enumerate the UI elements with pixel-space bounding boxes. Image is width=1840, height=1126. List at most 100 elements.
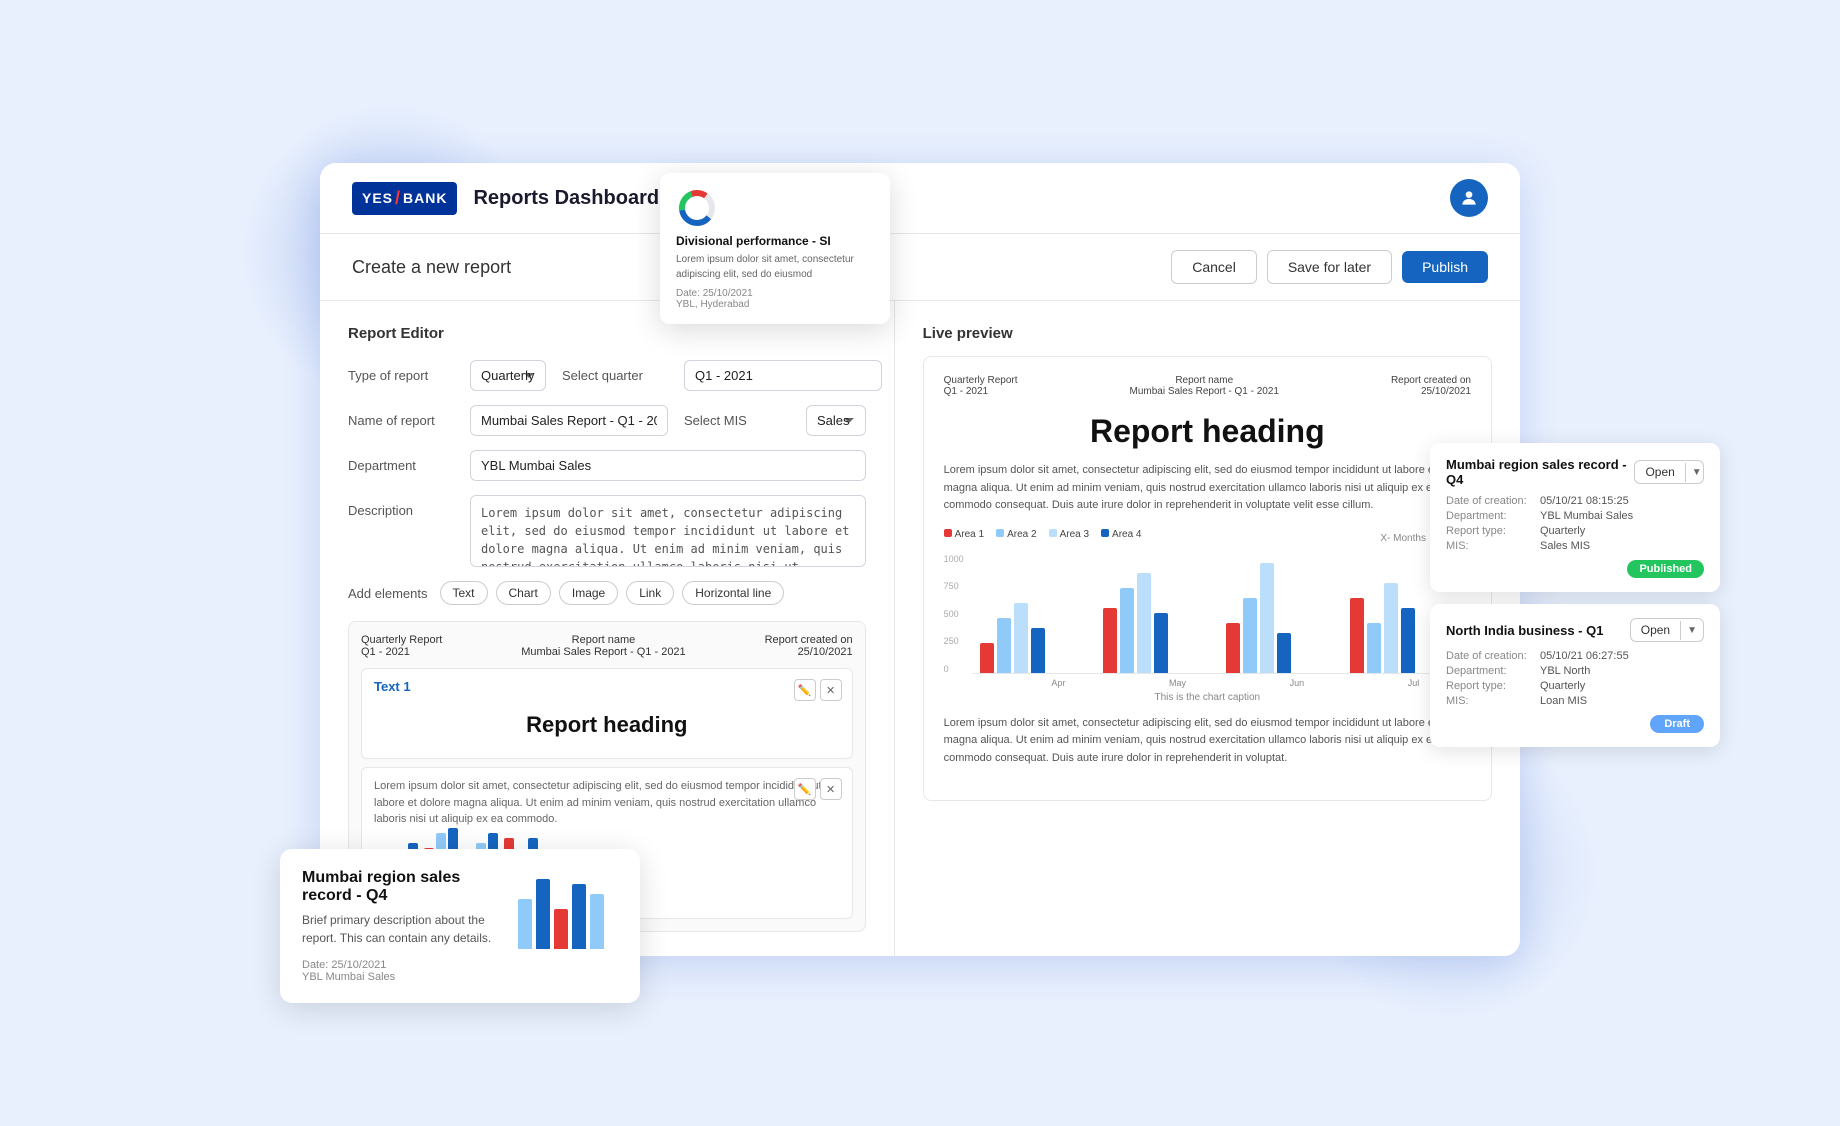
legend-area4: Area 4 (1101, 529, 1141, 540)
element-horizontal-line-button[interactable]: Horizontal line (682, 581, 784, 605)
department-row: Department (348, 450, 866, 481)
open-btn-arrow-mumbai[interactable]: ▼ (1685, 463, 1704, 482)
avatar[interactable] (1450, 179, 1488, 217)
department-row-card1: Department: YBL Mumbai Sales (1446, 510, 1704, 522)
tooltip-title: Divisional performance - SI (676, 234, 874, 248)
bottom-left-card: Mumbai region sales record - Q4 Brief pr… (280, 849, 640, 1003)
status-row-card2: Draft (1446, 715, 1704, 733)
delete-text-block-button[interactable]: ✕ (820, 679, 842, 701)
mini-bar-chart (518, 869, 618, 949)
side-card-header-mumbai: Mumbai region sales record - Q4 Open ▼ (1446, 457, 1704, 487)
select-mis-select[interactable]: Sales (806, 405, 866, 436)
logo: YES / BANK (352, 182, 457, 215)
preview-report-name-cell: Report name Mumbai Sales Report - Q1 - 2… (521, 634, 685, 658)
create-bar: Create a new report Cancel Save for late… (320, 234, 1520, 301)
description-input[interactable]: Lorem ipsum dolor sit amet, consectetur … (470, 495, 866, 567)
description-label: Description (348, 495, 458, 518)
chart-block-actions: ✏️ ✕ (794, 778, 842, 800)
bottom-card-chart (518, 869, 618, 983)
report-type-row-card1: Report type: Quarterly (1446, 525, 1704, 537)
cancel-button[interactable]: Cancel (1171, 250, 1257, 284)
bottom-card-title: Mumbai region sales record - Q4 (302, 869, 502, 905)
description-row: Description Lorem ipsum dolor sit amet, … (348, 495, 866, 567)
open-btn-mumbai[interactable]: Open ▼ (1634, 460, 1704, 484)
add-elements-row: Add elements Text Chart Image Link Horiz… (348, 581, 866, 605)
big-chart-bars (972, 554, 1471, 674)
save-for-later-button[interactable]: Save for later (1267, 250, 1392, 284)
side-card-north: North India business - Q1 Open ▼ Date of… (1430, 604, 1720, 747)
legend-area1: Area 1 (944, 529, 984, 540)
editor-heading-preview: Report heading (374, 702, 840, 748)
mis-row-card2: MIS: Loan MIS (1446, 695, 1704, 707)
bar-group-may (1103, 573, 1216, 673)
preview-top-row: Quarterly Report Q1 - 2021 Report name M… (944, 375, 1471, 397)
preview-header-row: Quarterly Report Q1 - 2021 Report name M… (361, 634, 853, 658)
open-btn-arrow-north[interactable]: ▼ (1680, 621, 1703, 640)
mis-row-card1: MIS: Sales MIS (1446, 540, 1704, 552)
department-input[interactable] (470, 450, 866, 481)
type-of-report-label: Type of report (348, 360, 458, 383)
select-mis-row: Select MIS Sales (684, 405, 866, 436)
element-chart-button[interactable]: Chart (496, 581, 551, 605)
live-preview-title: Live preview (923, 325, 1492, 342)
edit-text-block-button[interactable]: ✏️ (794, 679, 816, 701)
open-btn-main-mumbai[interactable]: Open (1635, 461, 1684, 483)
bottom-card-text: Mumbai region sales record - Q4 Brief pr… (302, 869, 502, 983)
live-chart-area: Area 1 Area 2 Area 3 Area 4 X- Months Y-… (944, 529, 1471, 703)
element-link-button[interactable]: Link (626, 581, 674, 605)
live-preview-box: Quarterly Report Q1 - 2021 Report name M… (923, 356, 1492, 801)
side-card-title-north: North India business - Q1 (1446, 623, 1603, 638)
name-mis-row: Name of report Select MIS Sales (348, 405, 866, 436)
legend-area3: Area 3 (1049, 529, 1089, 540)
select-quarter-row: Select quarter (562, 360, 882, 391)
report-type-row-card2: Report type: Quarterly (1446, 680, 1704, 692)
header: YES / BANK Reports Dashboard (320, 163, 1520, 234)
delete-chart-button[interactable]: ✕ (820, 778, 842, 800)
name-of-report-label: Name of report (348, 405, 458, 428)
edit-chart-button[interactable]: ✏️ (794, 778, 816, 800)
select-mis-label: Select MIS (684, 405, 794, 428)
draft-badge: Draft (1650, 715, 1704, 733)
chart-x-labels: Apr May Jun Jul (972, 678, 1471, 688)
type-quarter-row: Type of report Quarterly Select quarter (348, 360, 866, 391)
chart-caption: This is the chart caption (944, 692, 1471, 703)
text-block-1: Text 1 ✏️ ✕ Report heading (361, 668, 853, 759)
side-card-mumbai: Mumbai region sales record - Q4 Open ▼ D… (1430, 443, 1720, 592)
date-creation-row: Date of creation: 05/10/21 08:15:25 (1446, 495, 1704, 507)
chart-legend: Area 1 Area 2 Area 3 Area 4 (944, 529, 1142, 540)
select-quarter-input[interactable] (684, 360, 882, 391)
publish-button[interactable]: Publish (1402, 251, 1488, 283)
type-of-report-select[interactable]: Quarterly (470, 360, 546, 391)
live-created-cell: Report created on 25/10/2021 (1391, 375, 1471, 397)
date-creation-row-north: Date of creation: 05/10/21 06:27:55 (1446, 650, 1704, 662)
live-body-text-2: Lorem ipsum dolor sit amet, consectetur … (944, 715, 1471, 768)
published-badge: Published (1627, 560, 1704, 578)
open-btn-main-north[interactable]: Open (1631, 619, 1680, 641)
bar-group-jun (1226, 563, 1339, 673)
select-quarter-label: Select quarter (562, 360, 672, 383)
name-of-report-input[interactable] (470, 405, 668, 436)
preview-created-cell: Report created on 25/10/2021 (765, 634, 853, 658)
bar-group-apr (980, 603, 1093, 673)
preview-quarterly-cell: Quarterly Report Q1 - 2021 (361, 634, 442, 658)
bottom-card-description: Brief primary description about the repo… (302, 911, 502, 947)
side-card-header-north: North India business - Q1 Open ▼ (1446, 618, 1704, 642)
main-card: YES / BANK Reports Dashboard Create a ne… (320, 163, 1520, 956)
live-body-text: Lorem ipsum dolor sit amet, consectetur … (944, 462, 1471, 515)
department-label: Department (348, 450, 458, 473)
name-of-report-row: Name of report (348, 405, 668, 436)
chart-wrapper: 1000 750 500 250 0 (944, 554, 1471, 688)
department-row-card2: Department: YBL North (1446, 665, 1704, 677)
element-image-button[interactable]: Image (559, 581, 618, 605)
open-btn-north[interactable]: Open ▼ (1630, 618, 1704, 642)
type-of-report-row: Type of report Quarterly (348, 360, 546, 391)
element-text-button[interactable]: Text (440, 581, 488, 605)
side-card-title-mumbai: Mumbai region sales record - Q4 (1446, 457, 1634, 487)
text-block-actions: ✏️ ✕ (794, 679, 842, 701)
page-title: Reports Dashboard (473, 187, 659, 210)
legend-area2: Area 2 (996, 529, 1036, 540)
status-row-card1: Published (1446, 560, 1704, 578)
add-elements-label: Add elements (348, 586, 428, 601)
preview-panel: Live preview Quarterly Report Q1 - 2021 … (895, 301, 1520, 956)
tooltip-card: Divisional performance - SI Lorem ipsum … (660, 173, 890, 324)
